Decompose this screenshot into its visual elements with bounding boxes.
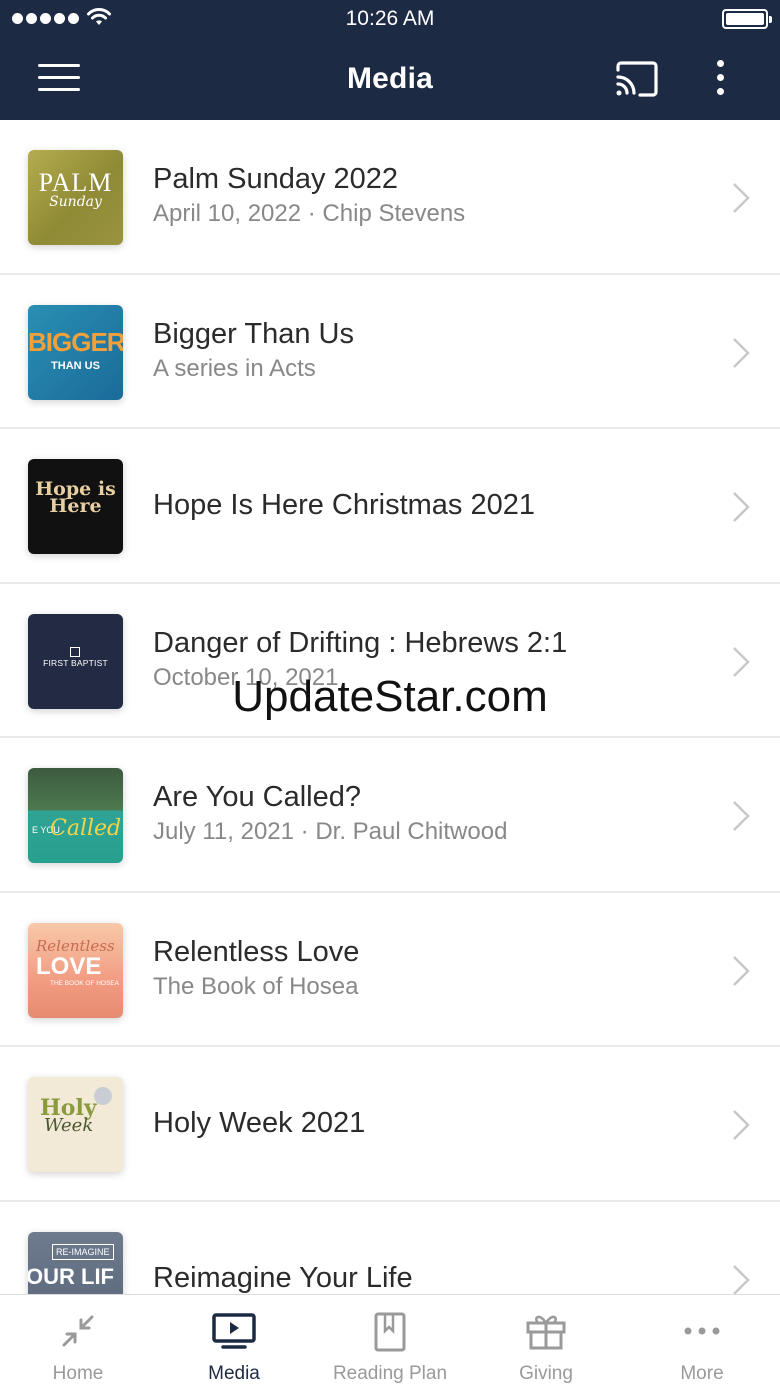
tab-label: Giving [519, 1363, 573, 1384]
page-title: Media [346, 62, 434, 95]
media-thumbnail: PALM Sunday [28, 150, 123, 245]
media-thumbnail: FIRST BAPTIST [28, 613, 123, 709]
list-item[interactable]: Hope is Here Hope Is Here Christmas 2021 [0, 429, 780, 584]
item-title: Are You Called? [153, 781, 361, 814]
item-subtitle: July 11, 2021 · Dr. Paul Chitwood [153, 818, 508, 846]
tab-home[interactable]: Home [0, 1295, 156, 1387]
media-thumbnail: Relentless LOVE THE BOOK OF HOSEA [28, 922, 123, 1018]
tab-reading-plan[interactable]: Reading Plan [312, 1295, 468, 1387]
tab-media[interactable]: Media [156, 1295, 312, 1387]
collapse-arrows-icon [62, 1315, 94, 1347]
item-subtitle: The Book of Hosea [153, 972, 359, 1000]
status-bar: 10:26 AM [0, 0, 780, 40]
media-thumbnail: BIGGER THAN US [28, 304, 123, 400]
item-subtitle: October 10, 2021 [153, 663, 339, 691]
thumbnail-text: BIGGER [28, 326, 123, 357]
media-list: PALM Sunday Palm Sunday 2022 April 10, 2… [0, 120, 780, 1294]
app-header: 10:26 AM Media [0, 0, 780, 120]
item-title: Holy Week 2021 [153, 1107, 366, 1140]
chevron-right-icon [733, 492, 750, 522]
list-item[interactable]: Holy Week Holy Week 2021 [0, 1047, 780, 1202]
chevron-right-icon [733, 955, 750, 986]
chevron-right-icon [733, 801, 750, 831]
gift-icon [526, 1315, 566, 1350]
media-thumbnail: Holy Week [28, 1077, 123, 1172]
thumbnail-subtext: RE-IMAGINE [52, 1243, 114, 1260]
list-item[interactable]: FIRST BAPTIST Danger of Drifting : Hebre… [0, 584, 780, 738]
tab-giving[interactable]: Giving [468, 1295, 624, 1387]
chevron-right-icon [733, 183, 750, 213]
tab-label: Home [52, 1363, 104, 1384]
item-subtitle: April 10, 2022 · Chip Stevens [153, 200, 466, 228]
thumbnail-text: LOVE [36, 952, 102, 980]
tab-more[interactable]: More [624, 1295, 780, 1387]
chevron-right-icon [733, 646, 750, 677]
tab-label: Reading Plan [332, 1363, 448, 1384]
chevron-right-icon [733, 1264, 750, 1294]
chevron-right-icon [733, 1110, 750, 1140]
item-title: Palm Sunday 2022 [153, 163, 399, 196]
item-subtitle: A series in Acts [153, 354, 316, 382]
more-dots-icon [684, 1327, 720, 1335]
status-time: 10:26 AM [345, 7, 435, 30]
item-title: Danger of Drifting : Hebrews 2:1 [153, 626, 568, 659]
thumbnail-text: OUR LIF [28, 1263, 114, 1289]
tab-bar: Home Media Reading Plan Giving More [0, 1294, 780, 1387]
battery-icon [722, 9, 772, 29]
item-title: Reimagine Your Life [153, 1261, 413, 1294]
list-item[interactable]: E YOU Called Are You Called? July 11, 20… [0, 738, 780, 893]
item-title: Bigger Than Us [153, 317, 354, 350]
thumbnail-subtext: THE BOOK OF HOSEA [50, 979, 119, 987]
tab-label: More [680, 1363, 724, 1384]
church-logo-icon [70, 646, 80, 657]
thumbnail-text: Called [50, 816, 122, 841]
item-title: Relentless Love [153, 935, 360, 968]
list-item[interactable]: Relentless LOVE THE BOOK OF HOSEA Relent… [0, 893, 780, 1047]
thumbnail-subtext: Sunday [49, 194, 102, 210]
list-item[interactable]: RE-IMAGINE OUR LIF Reimagine Your Life [0, 1202, 780, 1294]
media-thumbnail: RE-IMAGINE OUR LIF [28, 1231, 123, 1294]
thumbnail-text: FIRST BAPTIST [43, 657, 108, 668]
thumbnail-text: Hope is Here [35, 478, 116, 517]
book-icon [374, 1312, 406, 1352]
tab-label: Media [208, 1363, 260, 1384]
media-thumbnail: Hope is Here [28, 459, 123, 554]
overflow-menu-icon[interactable] [713, 60, 727, 100]
tv-play-icon [212, 1313, 256, 1349]
thumbnail-subtext: Week [44, 1115, 94, 1136]
thumbnail-subtext: THAN US [51, 359, 100, 372]
list-item[interactable]: PALM Sunday Palm Sunday 2022 April 10, 2… [0, 120, 780, 275]
cast-icon[interactable] [614, 60, 660, 98]
chevron-right-icon [733, 337, 750, 368]
media-thumbnail: E YOU Called [28, 768, 123, 863]
list-item[interactable]: BIGGER THAN US Bigger Than Us A series i… [0, 275, 780, 429]
item-title: Hope Is Here Christmas 2021 [153, 489, 535, 522]
